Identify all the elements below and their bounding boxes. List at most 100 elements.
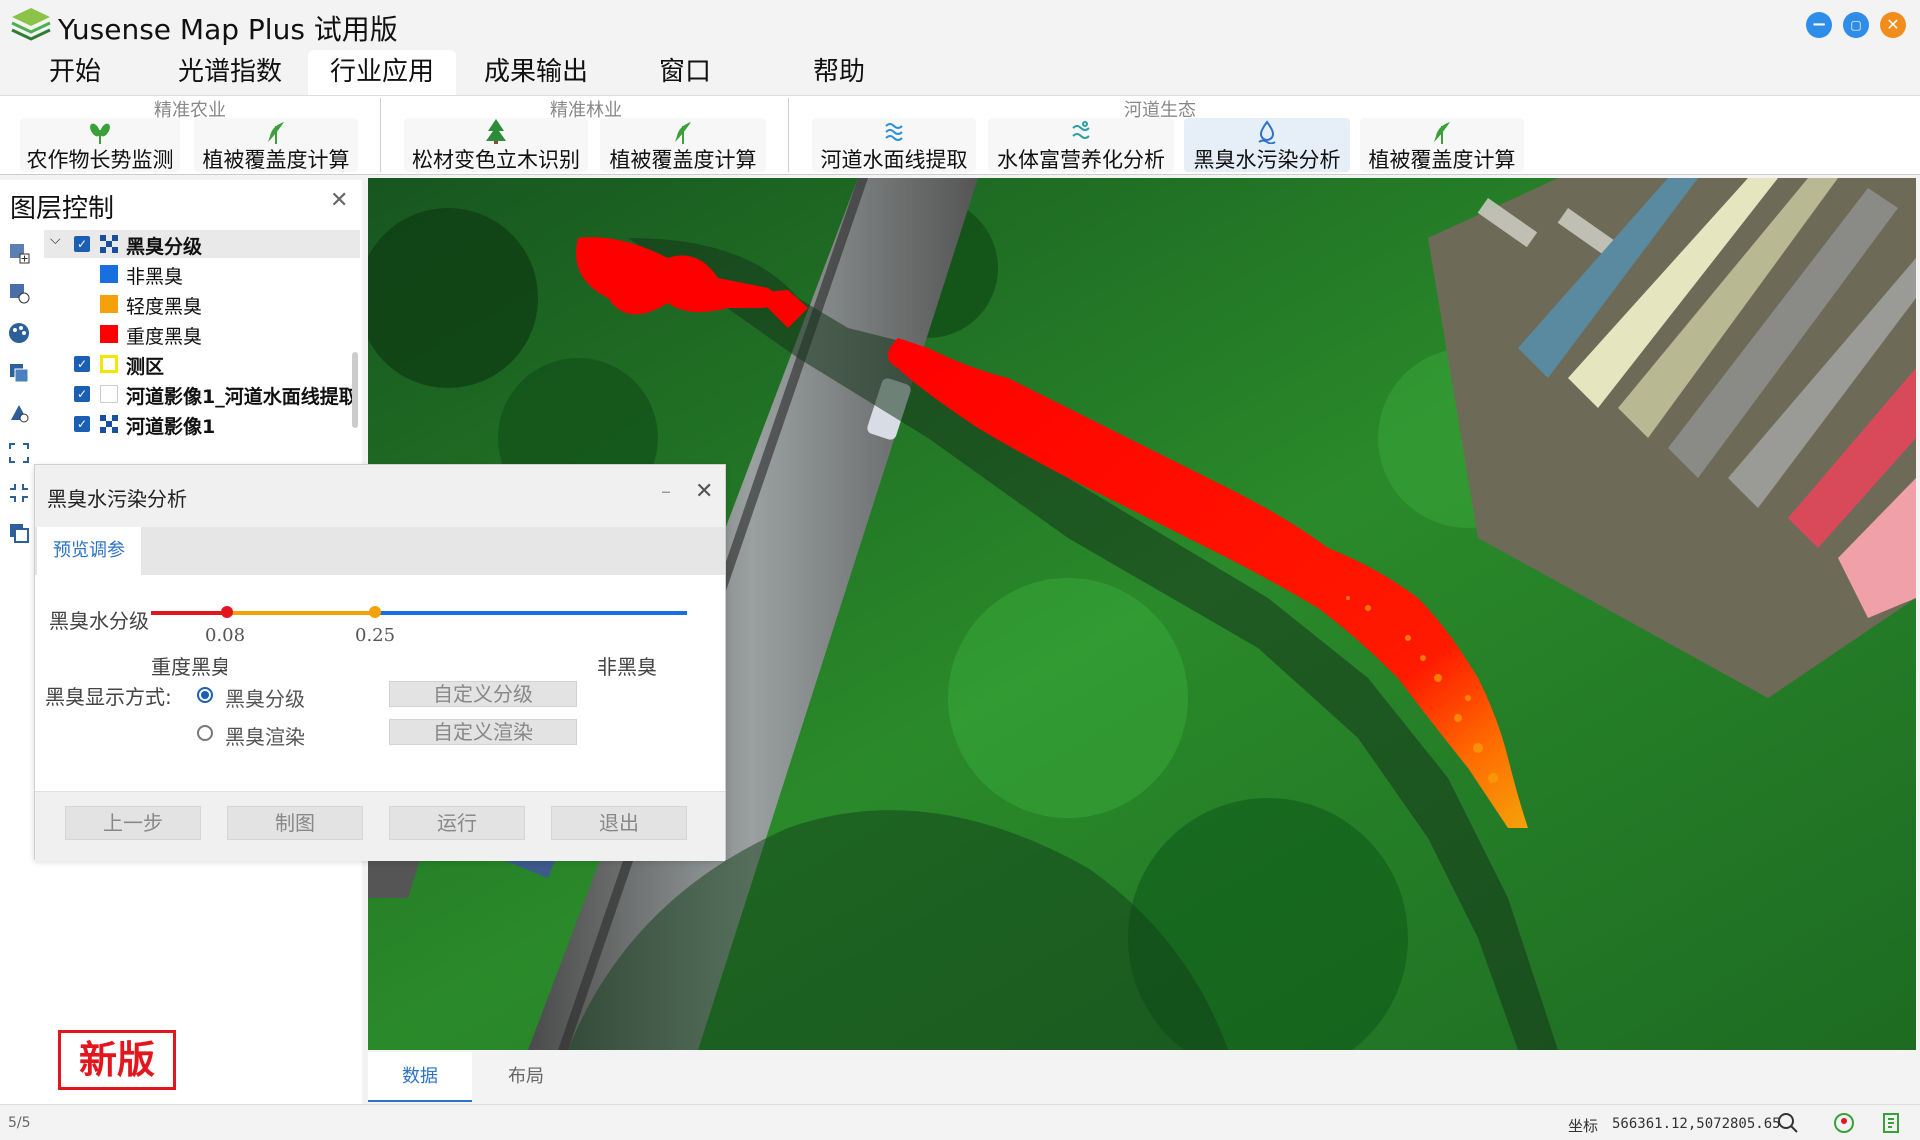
black-odor-dialog: 黑臭水污染分析 – ✕ 预览调参 黑臭水分级 0.08 0.25 重度黑臭 非黑… (34, 464, 726, 861)
full-extent-icon[interactable] (8, 442, 30, 464)
add-data-icon[interactable] (8, 282, 30, 304)
dialog-close-icon[interactable]: ✕ (695, 479, 713, 504)
add-layer-icon[interactable] (8, 242, 30, 264)
style-icon[interactable] (8, 402, 30, 424)
dialog-minimize-icon[interactable]: – (661, 479, 671, 503)
layer-label: 黑臭分级 (126, 236, 203, 258)
custom-grade-button[interactable]: 自定义分级 (389, 681, 577, 707)
custom-render-button[interactable]: 自定义渲染 (389, 719, 577, 745)
display-mode-label: 黑臭显示方式: (45, 685, 172, 709)
tool-icon[interactable] (1776, 1111, 1800, 1135)
legend-clean: 非黑臭 (44, 260, 360, 288)
threshold-value: 0.25 (355, 625, 396, 646)
legend-label: 重度黑臭 (126, 326, 203, 348)
eutrophication-icon (1072, 121, 1090, 139)
veg-cover-button-3[interactable]: 植被覆盖度计算 (1360, 118, 1524, 172)
raster-icon (100, 415, 118, 433)
exit-button[interactable]: 退出 (551, 806, 687, 840)
legend-label: 非黑臭 (126, 266, 184, 288)
slider-segment-severe (151, 611, 227, 615)
bottom-tab-bar: 数据 布局 (368, 1052, 1916, 1104)
menu-industry-apps[interactable]: 行业应用 (308, 50, 456, 95)
layer-survey-area[interactable]: ✓ 测区 (44, 350, 360, 378)
layer-checkbox[interactable]: ✓ (74, 236, 90, 252)
legend-swatch-orange (100, 295, 118, 313)
coord-value: 566361.12,5072805.65 (1612, 1116, 1781, 1132)
leaf-icon (675, 122, 691, 144)
close-button[interactable]: ✕ (1880, 12, 1906, 38)
dialog-footer: 上一步 制图 运行 退出 (35, 791, 725, 861)
layer-checkbox[interactable]: ✓ (74, 356, 90, 372)
report-icon[interactable] (1880, 1111, 1904, 1135)
title-bar: Yusense Map Plus 试用版 − ▢ ✕ (0, 0, 1920, 50)
copy-layer-icon[interactable] (8, 522, 30, 544)
threshold-value: 0.08 (205, 625, 246, 646)
layer-label: 河道影像1_河道水面线提取 (126, 386, 358, 408)
layer-checkbox[interactable]: ✓ (74, 416, 90, 432)
pine-wilt-button[interactable]: 松材变色立木识别 (404, 118, 588, 172)
dialog-body: 黑臭水分级 0.08 0.25 重度黑臭 非黑臭 黑臭显示方式: 黑臭分级 黑臭… (35, 575, 725, 861)
menu-spectral-index[interactable]: 光谱指数 (168, 50, 292, 95)
zoom-to-layer-icon[interactable] (8, 482, 30, 504)
menu-bar: 开始 光谱指数 行业应用 成果输出 窗口 帮助 (0, 50, 1920, 95)
menu-help[interactable]: 帮助 (794, 50, 884, 95)
veg-cover-button-1[interactable]: 植被覆盖度计算 (194, 118, 358, 172)
panel-title: 图层控制 (10, 194, 115, 224)
legend-mild: 轻度黑臭 (44, 290, 360, 318)
layer-black-odor-grade[interactable]: ⌵ ✓ 黑臭分级 (44, 230, 360, 258)
radio-render-label: 黑臭渲染 (225, 725, 305, 749)
ribbon-toolbar: 精准农业 精准林业 河道生态 农作物长势监测 植被覆盖度计算 松材变色立木识别 … (0, 95, 1920, 175)
map-making-button[interactable]: 制图 (227, 806, 363, 840)
palette-icon[interactable] (8, 322, 30, 344)
crop-growth-label: 农作物长势监测 (26, 148, 174, 172)
legend-swatch-red (100, 325, 118, 343)
tree-scrollbar[interactable] (352, 352, 358, 428)
tab-layout[interactable]: 布局 (474, 1052, 578, 1102)
maximize-button[interactable]: ▢ (1843, 12, 1869, 38)
gps-icon[interactable] (1832, 1111, 1856, 1135)
polygon-symbol-icon (100, 355, 118, 373)
black-odor-label: 黑臭水污染分析 (1193, 148, 1341, 172)
slider-segment-clean (375, 611, 687, 615)
panel-close-icon[interactable]: ✕ (330, 188, 348, 213)
chevron-down-icon[interactable]: ⌵ (50, 232, 61, 248)
eutrophication-button[interactable]: 水体富营养化分析 (988, 118, 1174, 172)
veg-cover-button-2[interactable]: 植被覆盖度计算 (600, 118, 766, 172)
water-icon (885, 123, 903, 141)
veg-cover-label-2: 植被覆盖度计算 (609, 148, 757, 172)
leaf-icon (1434, 122, 1450, 144)
legend-label: 轻度黑臭 (126, 296, 203, 318)
radio-grade-label: 黑臭分级 (225, 687, 305, 711)
black-odor-button[interactable]: 黑臭水污染分析 (1184, 118, 1350, 172)
group-divider (380, 98, 381, 172)
tab-data[interactable]: 数据 (368, 1052, 472, 1102)
radio-render[interactable] (197, 725, 213, 741)
run-button[interactable]: 运行 (389, 806, 525, 840)
layer-checkbox[interactable]: ✓ (74, 386, 90, 402)
crop-growth-button[interactable]: 农作物长势监测 (20, 118, 180, 172)
layer-label: 测区 (126, 356, 165, 378)
crop-icon (90, 123, 110, 144)
app-logo (11, 8, 51, 41)
minimize-button[interactable]: − (1806, 12, 1832, 38)
waterline-extract-button[interactable]: 河道水面线提取 (812, 118, 976, 172)
legend-severe: 重度黑臭 (44, 320, 360, 348)
eutrophication-label: 水体富营养化分析 (997, 148, 1165, 172)
layers-icon[interactable] (8, 362, 30, 384)
dialog-title: 黑臭水污染分析 (47, 487, 187, 511)
slider-segment-mild (227, 611, 375, 615)
radio-grade[interactable] (197, 687, 213, 703)
layer-toolstrip (0, 228, 36, 1098)
menu-output[interactable]: 成果输出 (474, 50, 598, 95)
layer-waterline[interactable]: ✓ 河道影像1_河道水面线提取 (44, 380, 360, 408)
veg-cover-label-3: 植被覆盖度计算 (1368, 148, 1516, 172)
coord-label: 坐标 (1568, 1117, 1599, 1135)
threshold-handle-mild[interactable] (369, 606, 381, 618)
threshold-handle-severe[interactable] (221, 606, 233, 618)
layer-river-image[interactable]: ✓ 河道影像1 (44, 410, 360, 438)
menu-window[interactable]: 窗口 (640, 50, 730, 95)
previous-button[interactable]: 上一步 (65, 806, 201, 840)
leaf-icon (268, 122, 284, 144)
menu-start[interactable]: 开始 (30, 50, 120, 95)
tab-preview-params[interactable]: 预览调参 (37, 527, 141, 575)
